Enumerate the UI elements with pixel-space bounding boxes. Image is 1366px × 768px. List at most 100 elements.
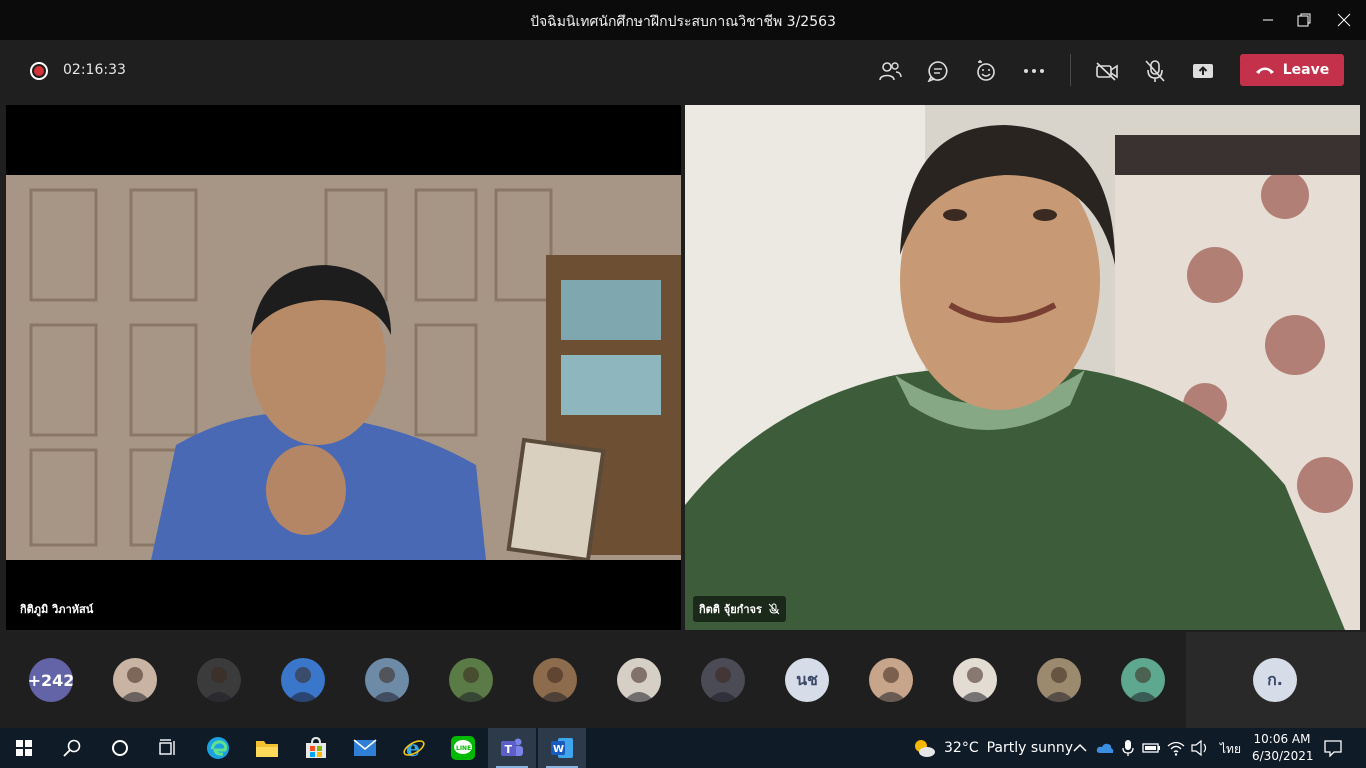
toolbar-divider — [1070, 54, 1071, 86]
weather-temperature: 32°C — [944, 740, 979, 756]
chevron-up-icon — [1073, 743, 1087, 752]
clock-date: 6/30/2021 — [1252, 749, 1314, 763]
battery-icon — [1142, 743, 1160, 753]
participant-photo — [287, 667, 319, 702]
participant-avatar-initials-text: ก. — [1267, 669, 1283, 689]
store-app[interactable] — [292, 728, 340, 768]
participant-avatar[interactable] — [617, 658, 661, 702]
participant-overflow-badge[interactable]: +242 — [29, 658, 73, 702]
speaker-icon — [1191, 740, 1207, 756]
participant-photo — [119, 667, 151, 702]
participant-photo — [1043, 667, 1075, 702]
search-icon — [63, 739, 81, 757]
word-app[interactable]: W — [538, 728, 586, 768]
close-button[interactable] — [1332, 8, 1356, 32]
show-hidden-icons-button[interactable] — [1070, 738, 1090, 758]
task-view-button[interactable] — [144, 728, 192, 768]
search-button[interactable] — [48, 728, 96, 768]
participant-photo — [623, 667, 655, 702]
microphone-tray-button[interactable] — [1118, 738, 1138, 758]
camera-toggle-button[interactable] — [1093, 57, 1121, 85]
participant-avatar[interactable] — [869, 658, 913, 702]
weather-widget[interactable]: 32°C Partly sunny — [912, 738, 1073, 758]
leave-label: Leave — [1282, 62, 1330, 78]
onedrive-icon — [1096, 743, 1114, 753]
notifications-button[interactable] — [1323, 738, 1343, 758]
more-options-icon — [1024, 69, 1044, 73]
participant-avatar[interactable] — [113, 658, 157, 702]
participant-photo — [455, 667, 487, 702]
participant-avatar[interactable] — [365, 658, 409, 702]
participant-avatar[interactable] — [701, 658, 745, 702]
minimize-button[interactable] — [1256, 8, 1280, 32]
network-button[interactable] — [1166, 738, 1186, 758]
participant-avatar-initials[interactable]: ก. — [1253, 658, 1297, 702]
participant-photo — [203, 667, 235, 702]
clock-time: 10:06 AM — [1253, 732, 1311, 746]
file-explorer-app[interactable] — [243, 728, 291, 768]
windows-start-icon — [16, 740, 32, 756]
more-options-button[interactable] — [1020, 57, 1048, 85]
participant-avatar[interactable] — [533, 658, 577, 702]
svg-text:LINE: LINE — [456, 745, 471, 752]
restore-button[interactable] — [1292, 8, 1316, 32]
onedrive-button[interactable] — [1095, 738, 1115, 758]
volume-button[interactable] — [1190, 738, 1210, 758]
share-screen-icon — [1193, 64, 1213, 78]
video-tile-participant-2[interactable]: กิตติ จุ้ยกำจร — [685, 105, 1360, 630]
video-stage: กิติภูมิ วิภาหัสน์ กิตติ จุ้ยกำจร — [0, 102, 1366, 632]
participants-button[interactable] — [876, 57, 904, 85]
mail-app[interactable] — [341, 728, 389, 768]
reactions-button[interactable] — [972, 57, 1000, 85]
file-explorer-icon — [256, 741, 278, 757]
title-bar: ปัจฉิมนิเทศนักศึกษาฝึกประสบกาณวิชาชีพ 3/… — [0, 0, 1366, 40]
cortana-button[interactable] — [96, 728, 144, 768]
leave-button[interactable]: Leave — [1240, 54, 1344, 86]
participant-avatar[interactable] — [1037, 658, 1081, 702]
participant-avatar-initials-text: นช — [796, 669, 818, 689]
participant-photo — [707, 667, 739, 702]
chat-button[interactable] — [924, 57, 952, 85]
participant-photo — [959, 667, 991, 702]
svg-text:W: W — [553, 744, 564, 755]
participant-2-name: กิตติ จุ้ยกำจร — [699, 603, 762, 616]
task-view-icon — [159, 739, 175, 755]
cortana-icon — [112, 740, 128, 756]
participant-avatar[interactable] — [281, 658, 325, 702]
start-button[interactable] — [0, 728, 48, 768]
participants-icon — [879, 62, 902, 81]
participant-avatar[interactable] — [197, 658, 241, 702]
teams-app[interactable]: T — [488, 728, 536, 768]
edge-app[interactable] — [194, 728, 242, 768]
participant-1-name: กิติภูมิ วิภาหัสน์ — [20, 603, 94, 616]
svg-text:e: e — [406, 736, 420, 760]
internet-explorer-icon: e — [403, 736, 425, 760]
battery-button[interactable] — [1142, 738, 1162, 758]
participant-1-video-feed — [6, 105, 681, 630]
video-tile-participant-1[interactable]: กิติภูมิ วิภาหัสน์ — [6, 105, 681, 630]
participant-photo — [539, 667, 571, 702]
weather-description: Partly sunny — [986, 740, 1074, 756]
participant-avatar[interactable] — [953, 658, 997, 702]
mic-toggle-button[interactable] — [1141, 57, 1169, 85]
recording-timer: 02:16:33 — [63, 62, 126, 78]
partly-sunny-icon — [915, 740, 935, 757]
participant-avatar[interactable] — [1121, 658, 1165, 702]
muted-mic-icon — [768, 603, 780, 615]
notification-center-icon — [1324, 740, 1342, 757]
internet-explorer-app[interactable]: e — [390, 728, 438, 768]
line-app[interactable]: LINE — [439, 728, 487, 768]
microphone-icon — [1122, 740, 1134, 756]
share-screen-button[interactable] — [1189, 57, 1217, 85]
mail-icon — [353, 739, 377, 756]
word-icon: W — [551, 738, 573, 758]
input-language-button[interactable]: ไทย — [1220, 740, 1241, 759]
participant-2-name-tag: กิตติ จุ้ยกำจร — [693, 596, 786, 622]
participant-photo — [371, 667, 403, 702]
participant-avatar-initials[interactable]: นช — [785, 658, 829, 702]
participant-avatar[interactable] — [449, 658, 493, 702]
recording-indicator-icon — [30, 62, 48, 80]
chat-icon — [927, 61, 948, 82]
taskbar-clock[interactable]: 10:06 AM 6/30/2021 — [1252, 731, 1314, 765]
store-icon — [306, 737, 326, 758]
